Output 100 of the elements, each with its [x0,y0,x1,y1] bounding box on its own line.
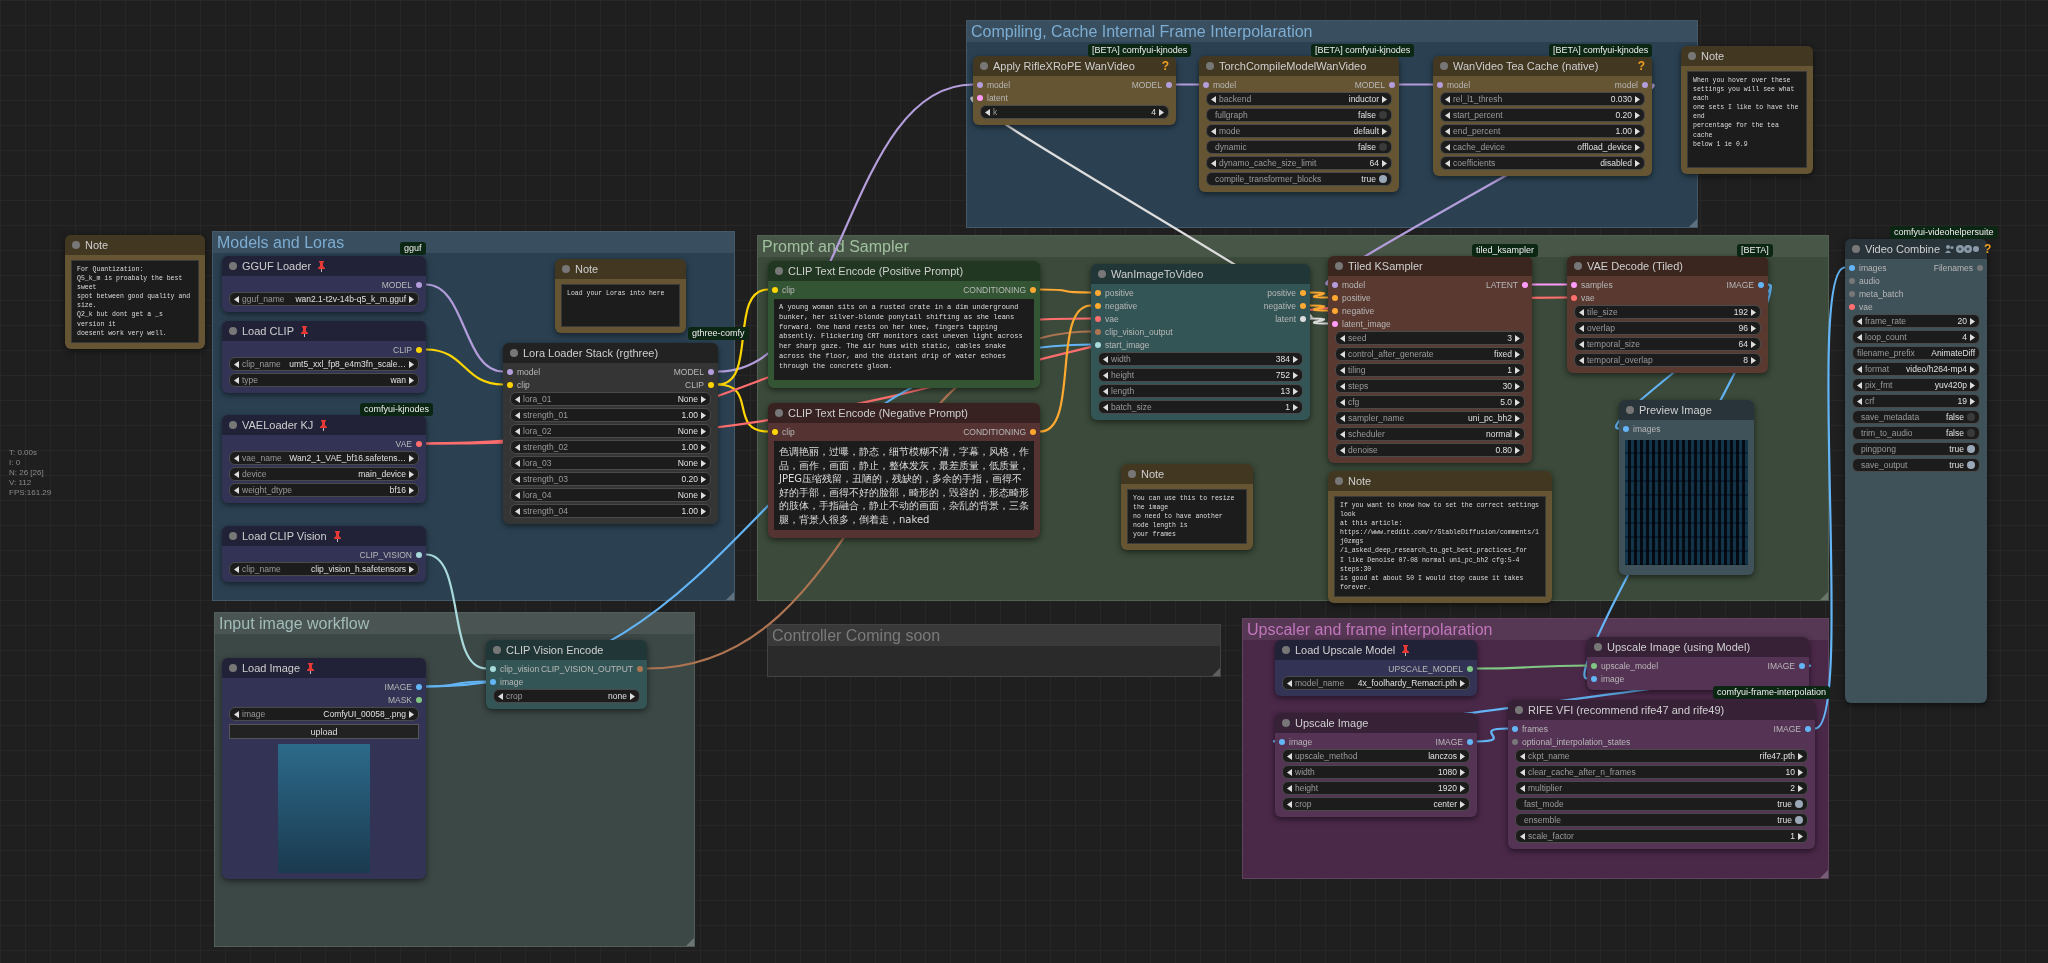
port-dot[interactable] [507,368,513,375]
combo-widget[interactable]: gguf_name wan2.1-t2v-14b-q5_k_m.gguf [229,292,419,306]
port-dot[interactable] [507,381,513,388]
combo-widget[interactable]: format video/h264-mp4 [1852,362,1980,376]
combo-widget[interactable]: ckpt_name rife47.pth [1515,749,1808,763]
toggle-knob[interactable] [1967,429,1975,437]
combo-widget[interactable]: mode default [1206,124,1392,138]
combo-widget[interactable]: sampler_name uni_pc_bh2 [1335,411,1525,425]
combo-widget[interactable]: crf 19 [1852,394,1980,408]
right-arrow-icon[interactable] [1460,679,1465,687]
collapse-dot[interactable] [775,409,783,417]
collapse-dot[interactable] [1515,706,1523,714]
collapse-dot[interactable] [229,327,237,335]
toggle-widget[interactable]: fullgraph false [1206,108,1392,122]
combo-widget[interactable]: cfg 5.0 [1335,395,1525,409]
right-arrow-icon[interactable] [409,565,414,573]
combo-widget[interactable]: strength_01 1.00 [510,408,711,422]
resize-handle[interactable] [1689,219,1697,227]
right-arrow-icon[interactable] [630,692,635,700]
toggle-widget[interactable]: save_output true [1852,458,1980,472]
collapse-dot[interactable] [562,265,570,273]
resize-handle[interactable] [726,592,734,600]
port-dot[interactable] [1571,294,1577,301]
port-dot[interactable] [637,665,643,672]
combo-widget[interactable]: scheduler normal [1335,427,1525,441]
port-dot[interactable] [1300,315,1306,322]
collapse-dot[interactable] [1128,470,1136,478]
resize-handle[interactable] [1212,668,1220,676]
port-dot[interactable] [1030,286,1036,293]
port-dot[interactable] [1332,320,1338,327]
collapse-dot[interactable] [229,532,237,540]
combo-widget[interactable]: rel_l1_thresh 0.030 [1440,92,1645,106]
collapse-dot[interactable] [775,267,783,275]
combo-widget[interactable]: coefficients disabled [1440,156,1645,170]
port-dot[interactable] [1512,725,1518,732]
combo-widget[interactable]: lora_02 None [510,424,711,438]
port-dot[interactable] [1571,281,1577,288]
toggle-widget[interactable]: dynamic false [1206,140,1392,154]
port-dot[interactable] [1095,328,1101,335]
toggle-knob[interactable] [1379,175,1387,183]
port-dot[interactable] [1849,264,1855,271]
combo-widget[interactable]: model_name 4x_foolhardy_Remacri.pth [1282,676,1470,690]
combo-widget[interactable]: multiplier 2 [1515,781,1808,795]
combo-widget[interactable]: strength_04 1.00 [510,504,711,518]
collapse-dot[interactable] [229,664,237,672]
combo-widget[interactable]: clip_name clip_vision_h.safetensors [229,562,419,576]
port-dot[interactable] [1030,428,1036,435]
combo-widget[interactable]: type wan [229,373,419,387]
resize-handle[interactable] [1820,592,1828,600]
right-arrow-icon[interactable] [1382,127,1387,135]
port-dot[interactable] [490,678,496,685]
combo-widget[interactable]: device main_device [229,467,419,481]
collapse-dot[interactable] [1098,270,1106,278]
toggle-widget[interactable]: save_metadata false [1852,410,1980,424]
combo-widget[interactable]: start_percent 0.20 [1440,108,1645,122]
help-button[interactable]: ? [1637,59,1645,73]
collapse-dot[interactable] [229,421,237,429]
toggle-knob[interactable] [1379,143,1387,151]
combo-widget[interactable]: width 384 [1098,352,1303,366]
port-dot[interactable] [1095,289,1101,296]
collapse-dot[interactable] [1440,62,1448,70]
combo-widget[interactable]: height 1920 [1282,781,1470,795]
toggle-widget[interactable]: compile_transformer_blocks true [1206,172,1392,186]
combo-widget[interactable]: crop center [1282,797,1470,811]
port-dot[interactable] [1522,281,1528,288]
combo-widget[interactable]: height 752 [1098,368,1303,382]
toggle-widget[interactable]: ensemble true [1515,813,1808,827]
combo-widget[interactable]: scale_factor 1 [1515,829,1808,843]
port-dot[interactable] [416,696,422,703]
right-arrow-icon[interactable] [409,710,414,718]
port-dot[interactable] [1591,675,1597,682]
prompt-text-field[interactable]: 色调艳丽，过曝，静态，细节模糊不清，字幕，风格，作品，画作，画面，静止，整体发灰，最差质量，低质量，JPEG压缩残留，丑陋的，残缺的，多余的手指，画得不好的手部，画得不好的脸部，畸形的，毁容的，形态畸形的肢体，手指融合，静止不动的画面，杂乱的背景，三条腿，背景人很多，倒着走，naked [774,441,1034,530]
collapse-dot[interactable] [1282,646,1290,654]
combo-widget[interactable]: pix_fmt yuv420p [1852,378,1980,392]
collapse-dot[interactable] [1282,719,1290,727]
port-dot[interactable] [1332,307,1338,314]
port-dot[interactable] [977,94,983,101]
right-arrow-icon[interactable] [1382,95,1387,103]
toggle-knob[interactable] [1379,111,1387,119]
toggle-knob[interactable] [1967,461,1975,469]
combo-widget[interactable]: image ComfyUI_00058_.png [229,707,419,721]
help-button[interactable]: ? [1984,242,1992,256]
left-arrow-icon[interactable] [1211,159,1216,167]
port-dot[interactable] [1805,725,1811,732]
port-dot[interactable] [1467,738,1473,745]
combo-widget[interactable]: tiling 1 [1335,363,1525,377]
combo-widget[interactable]: denoise 0.80 [1335,443,1525,457]
collapse-dot[interactable] [1335,262,1343,270]
right-arrow-icon[interactable] [1159,108,1164,116]
port-dot[interactable] [1095,315,1101,322]
text-widget[interactable]: filename_prefix AnimateDiff [1852,346,1980,360]
combo-widget[interactable]: control_after_generate fixed [1335,347,1525,361]
left-arrow-icon[interactable] [1520,832,1525,840]
combo-widget[interactable]: crop none [493,689,640,703]
toggle-widget[interactable]: pingpong true [1852,442,1980,456]
port-dot[interactable] [1437,81,1443,88]
combo-widget[interactable]: length 13 [1098,384,1303,398]
port-dot[interactable] [1095,341,1101,348]
combo-widget[interactable]: batch_size 1 [1098,400,1303,414]
resize-handle[interactable] [686,938,694,946]
